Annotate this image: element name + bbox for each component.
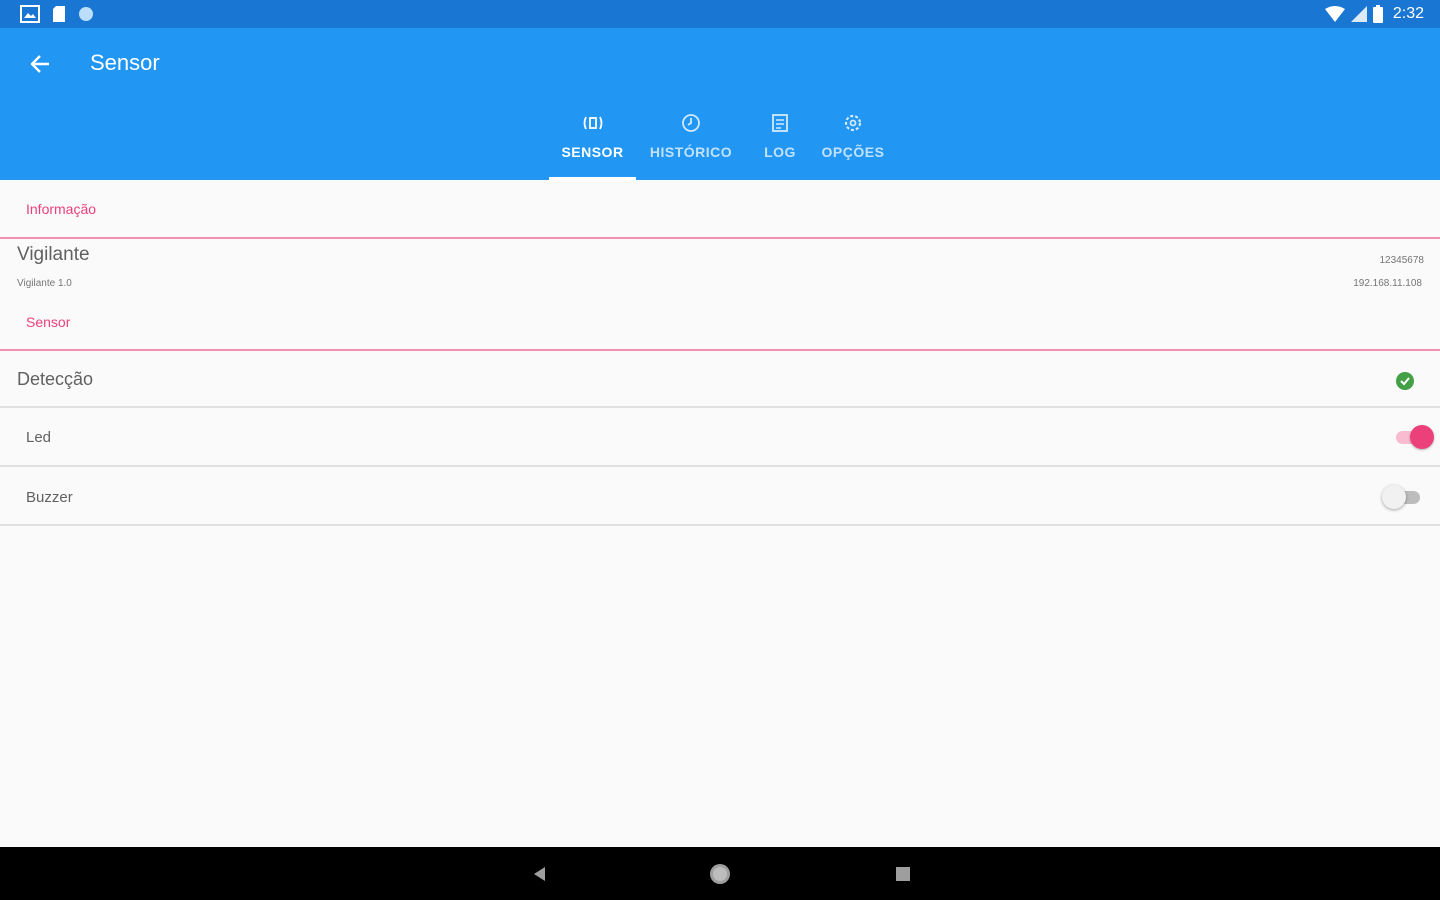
detection-status-indicator	[1396, 372, 1414, 390]
home-circle-icon	[710, 864, 730, 884]
system-status: 2:32	[1324, 5, 1424, 23]
device-version: Vigilante 1.0	[17, 278, 72, 289]
tab-opcoes[interactable]: OPÇÕES	[814, 104, 892, 180]
page-title: Sensor	[90, 50, 160, 75]
tab-sensor-label: SENSOR	[561, 144, 624, 160]
tab-historico-label: HISTÓRICO	[649, 144, 733, 160]
recents-square-icon	[896, 867, 910, 881]
app-bar: Sensor SENSOR HISTÓRICO LOG OPÇÕES	[0, 28, 1440, 180]
notification-icons	[20, 5, 94, 23]
sensor-section-header: Sensor	[26, 314, 71, 330]
toggle-thumb	[1382, 485, 1406, 509]
sensor-content: Informação Vigilante Vigilante 1.0 12345…	[0, 180, 1440, 847]
led-toggle[interactable]	[1394, 425, 1434, 449]
buzzer-toggle[interactable]	[1382, 485, 1422, 509]
system-nav-bar	[0, 847, 1440, 900]
divider	[0, 237, 1440, 239]
divider	[0, 465, 1440, 467]
device-name: Vigilante	[17, 244, 90, 265]
image-notification-icon	[20, 5, 40, 23]
detection-label: Detecção	[17, 369, 94, 389]
toggle-thumb	[1410, 425, 1434, 449]
sd-card-icon	[52, 5, 66, 23]
clock-time: 2:32	[1392, 5, 1424, 22]
circle-notification-icon	[78, 6, 94, 22]
nav-home-button[interactable]	[705, 859, 735, 889]
tab-sensor[interactable]: SENSOR	[549, 104, 636, 180]
divider	[0, 524, 1440, 526]
device-ip: 192.168.11.108	[1353, 278, 1422, 289]
check-circle-icon	[1400, 377, 1410, 386]
status-bar: 2:32	[0, 0, 1440, 28]
tab-log-label: LOG	[764, 144, 796, 160]
back-triangle-icon	[534, 867, 545, 881]
buzzer-label: Buzzer	[26, 489, 73, 506]
divider	[0, 406, 1440, 408]
led-label: Led	[26, 429, 52, 446]
tab-historico[interactable]: HISTÓRICO	[636, 104, 746, 180]
sensor-icon	[582, 112, 604, 134]
arrow-left-icon	[30, 55, 49, 73]
wifi-icon	[1324, 6, 1345, 22]
back-button[interactable]	[24, 48, 56, 80]
clock-icon	[680, 112, 702, 134]
nav-recents-button[interactable]	[888, 859, 918, 889]
tab-bar: SENSOR HISTÓRICO LOG OPÇÕES	[549, 104, 892, 180]
tab-log[interactable]: LOG	[746, 104, 814, 180]
cell-signal-icon	[1350, 6, 1367, 22]
log-icon	[769, 112, 791, 134]
settings-icon	[842, 112, 864, 134]
info-section-header: Informação	[26, 201, 97, 217]
tab-opcoes-label: OPÇÕES	[821, 144, 885, 160]
divider	[0, 349, 1440, 351]
device-id: 12345678	[1379, 255, 1425, 266]
nav-back-button[interactable]	[524, 859, 554, 889]
battery-icon	[1372, 5, 1383, 23]
